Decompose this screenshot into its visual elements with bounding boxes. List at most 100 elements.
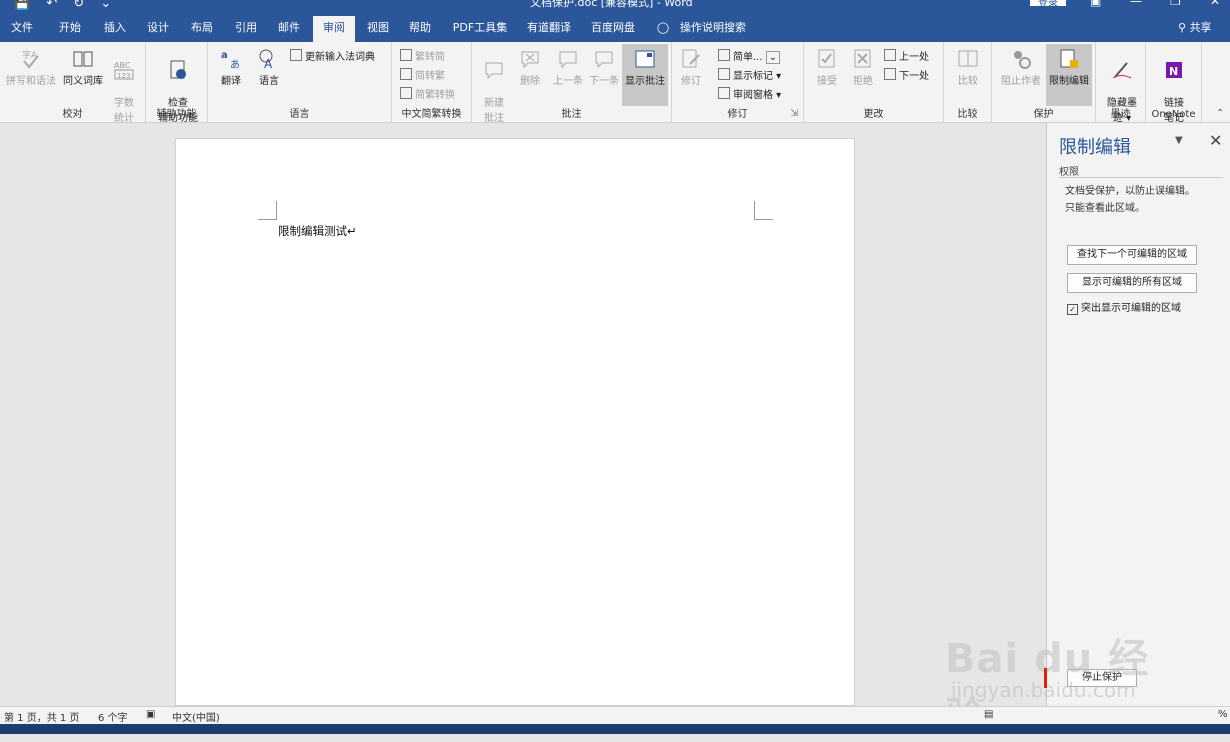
- tab-mailings[interactable]: 邮件: [273, 16, 305, 42]
- customize-qat-icon[interactable]: ⌄: [100, 0, 111, 11]
- thesaurus-button[interactable]: 同义词库: [60, 48, 106, 87]
- checkbox-checked-icon[interactable]: ✓: [1067, 304, 1078, 315]
- minimize-icon[interactable]: —: [1130, 0, 1142, 8]
- document-page[interactable]: 限制编辑测试↵: [175, 138, 855, 706]
- undo-icon[interactable]: ↶: [46, 0, 57, 11]
- pane-options-icon[interactable]: ▼: [1175, 135, 1183, 146]
- group-label-language: 语言: [289, 109, 310, 120]
- group-label-compare: 比较: [957, 109, 978, 120]
- spelling-icon: 字A: [22, 49, 39, 69]
- status-word-count[interactable]: 6 个字: [98, 709, 128, 724]
- accept-icon: [818, 49, 835, 68]
- group-compare: 比较 比较: [944, 42, 992, 122]
- markup-select[interactable]: 简单... ⌄: [718, 48, 781, 64]
- restrict-editing-button[interactable]: 限制编辑: [1046, 44, 1092, 106]
- document-text[interactable]: 限制编辑测试↵: [278, 223, 357, 239]
- redo-icon[interactable]: ↻: [73, 0, 84, 11]
- review-pane-button[interactable]: 审阅窗格 ▾: [718, 86, 781, 101]
- close-icon[interactable]: ✕: [1210, 0, 1220, 8]
- show-comments-icon: [635, 50, 655, 68]
- tab-layout[interactable]: 布局: [186, 16, 218, 42]
- tab-baidu-netdisk[interactable]: 百度网盘: [586, 16, 640, 42]
- group-label-changes: 更改: [863, 109, 884, 120]
- tab-home[interactable]: 开始: [54, 16, 86, 42]
- tab-file[interactable]: 文件: [6, 16, 38, 42]
- ribbon: 字A 拼写和语法 同义词库 ABC 123 字数 统计 校对 检查 辅助功能 辅助…: [0, 42, 1230, 124]
- compare-icon: [958, 50, 978, 67]
- tab-design[interactable]: 设计: [142, 16, 174, 42]
- prev-change-button[interactable]: 上一处: [884, 48, 929, 63]
- login-button[interactable]: 登录: [1030, 0, 1066, 9]
- svg-text:123: 123: [117, 72, 130, 80]
- tab-review[interactable]: 审阅: [313, 16, 355, 42]
- highlight-editable-checkbox[interactable]: ✓ 突出显示可编辑的区域: [1067, 299, 1181, 315]
- block-authors-icon: [1014, 51, 1031, 69]
- svg-text:あ: あ: [230, 59, 240, 70]
- group-changes: 接受 拒绝 上一处 下一处 更改: [804, 42, 944, 122]
- tab-youdao[interactable]: 有道翻译: [522, 16, 576, 42]
- next-change-button[interactable]: 下一处: [884, 67, 929, 82]
- group-label-proofing: 校对: [62, 109, 83, 120]
- ribbon-display-icon[interactable]: ▣: [1090, 0, 1101, 8]
- baidu-watermark: Bai du 经验 jingyan.baidu.com: [945, 598, 1165, 740]
- status-language[interactable]: 中文(中国): [172, 709, 220, 724]
- dictionary-icon: [290, 49, 302, 61]
- language-button[interactable]: A 语言: [252, 48, 286, 87]
- pen-icon: [1112, 62, 1132, 79]
- onenote-icon: N: [1166, 62, 1182, 78]
- update-ime-button[interactable]: 更新输入法词典: [290, 48, 375, 63]
- traditional-icon: [400, 68, 412, 80]
- group-chinese-conversion: 繁转简 简转繁 简繁转换 中文简繁转换: [392, 42, 472, 122]
- tab-pdf-tools[interactable]: PDF工具集: [451, 16, 509, 42]
- next-comment-button[interactable]: 下一条: [586, 48, 622, 87]
- lightbulb-icon: ◯: [656, 21, 670, 34]
- to-simplified-button[interactable]: 繁转简: [400, 48, 445, 63]
- delete-comment-icon: [521, 51, 539, 69]
- show-markup-button[interactable]: 显示标记 ▾: [718, 67, 781, 82]
- convert-button[interactable]: 简繁转换: [400, 86, 455, 101]
- svg-text:ABC: ABC: [114, 61, 131, 70]
- status-page[interactable]: 第 1 页，共 1 页: [4, 709, 79, 724]
- tab-insert[interactable]: 插入: [99, 16, 131, 42]
- group-label-onenote: OneNote: [1151, 109, 1196, 120]
- group-label-ink: 墨迹: [1110, 109, 1131, 120]
- accessibility-icon: [170, 60, 186, 79]
- group-label-protect: 保护: [1033, 109, 1054, 120]
- delete-comment-button[interactable]: 删除: [514, 48, 546, 87]
- pane-section-permissions: 权限: [1059, 167, 1079, 178]
- find-next-editable-button[interactable]: 查找下一个可编辑的区域: [1067, 245, 1197, 265]
- restore-icon[interactable]: ❐: [1170, 0, 1181, 8]
- status-zoom[interactable]: %: [1218, 709, 1228, 720]
- group-label-comments: 批注: [561, 109, 582, 120]
- track-changes-icon: [682, 49, 700, 68]
- share-button[interactable]: ⚲ 共享: [1178, 16, 1212, 42]
- simplified-icon: [400, 49, 412, 61]
- spelling-button[interactable]: 字A 拼写和语法: [4, 48, 58, 87]
- collapse-ribbon-icon[interactable]: ⌃: [1216, 108, 1224, 119]
- tell-me-search[interactable]: 操作说明搜索: [676, 16, 750, 42]
- track-changes-button[interactable]: 修订: [676, 48, 706, 87]
- pane-close-icon[interactable]: ✕: [1209, 131, 1222, 150]
- to-traditional-button[interactable]: 简转繁: [400, 67, 445, 82]
- pane-divider: [1059, 177, 1223, 178]
- group-protect: 阻止作者 限制编辑 保护: [992, 42, 1096, 122]
- reject-button[interactable]: 拒绝: [846, 48, 880, 87]
- tab-help[interactable]: 帮助: [404, 16, 436, 42]
- read-mode-icon[interactable]: ▤: [984, 709, 993, 720]
- tab-references[interactable]: 引用: [230, 16, 262, 42]
- crop-mark-top-right: [754, 201, 773, 220]
- translate-button[interactable]: aあ 翻译: [214, 48, 248, 87]
- convert-icon: [400, 87, 412, 99]
- proofing-status-icon[interactable]: ▣: [146, 709, 155, 720]
- dialog-launcher-icon[interactable]: ⇲: [790, 108, 798, 119]
- markup-icon: [718, 49, 730, 61]
- compare-button[interactable]: 比较: [950, 48, 986, 87]
- show-comments-button[interactable]: 显示批注: [622, 44, 668, 106]
- save-icon[interactable]: 💾: [14, 0, 30, 11]
- show-all-editable-button[interactable]: 显示可编辑的所有区域: [1067, 273, 1197, 293]
- prev-comment-button[interactable]: 上一条: [550, 48, 586, 87]
- new-comment-icon: [485, 62, 503, 80]
- block-authors-button[interactable]: 阻止作者: [998, 48, 1044, 87]
- tab-view[interactable]: 视图: [362, 16, 394, 42]
- accept-button[interactable]: 接受: [810, 48, 844, 87]
